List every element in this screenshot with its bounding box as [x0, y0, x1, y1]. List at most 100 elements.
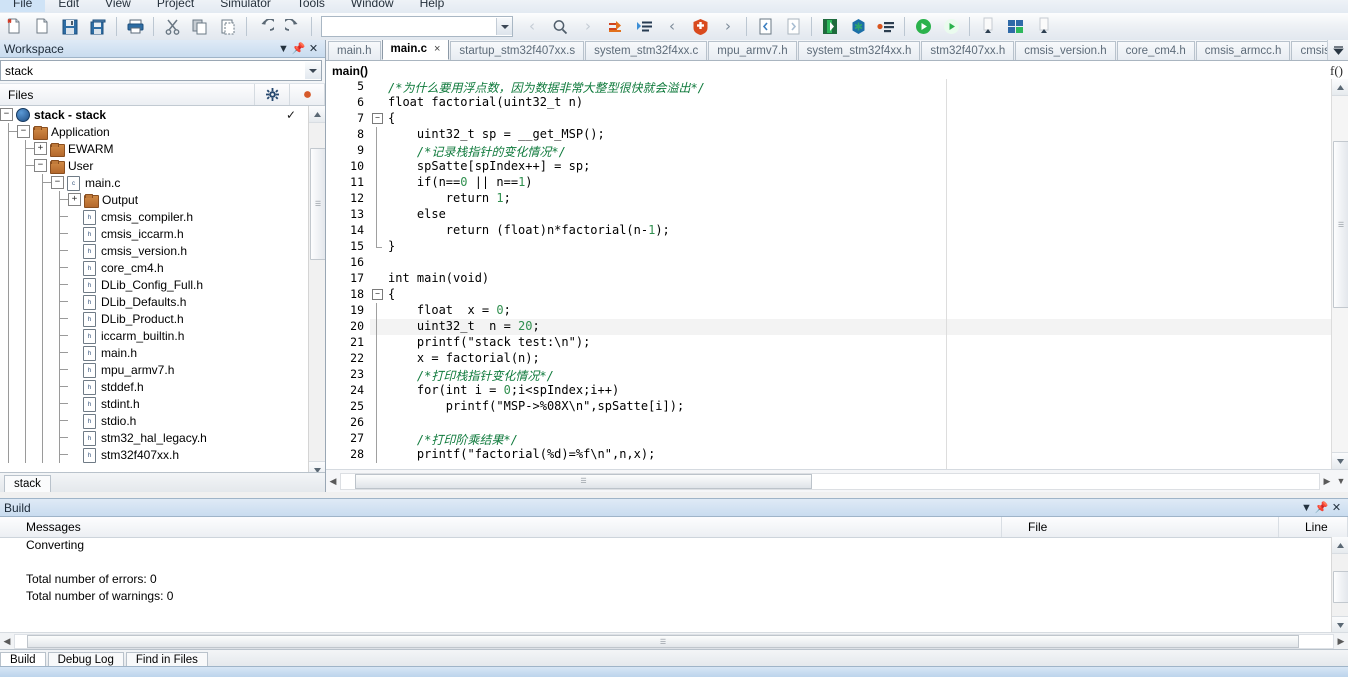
scroll-down-icon[interactable]: ▼ [1334, 473, 1348, 489]
bottom-tab-find-in-files[interactable]: Find in Files [125, 652, 208, 667]
code-line[interactable]: 19 float x = 0; [326, 303, 1331, 319]
tab-overflow-button[interactable] [1327, 40, 1348, 60]
code-line[interactable]: 5 /*为什么要用浮点数，因为数据非常大整型很快就会溢出*/ [326, 79, 1331, 95]
fold-margin[interactable] [370, 367, 386, 383]
tree-item[interactable]: − c main.c [0, 174, 308, 191]
tree-item[interactable]: h mpu_armv7.h [0, 361, 308, 378]
compile-icon[interactable] [752, 14, 778, 39]
code-editor-area[interactable]: 5 /*为什么要用浮点数，因为数据非常大整型很快就会溢出*/ 6 float fact… [326, 79, 1348, 469]
workspace-close-icon[interactable]: ✕ [306, 42, 321, 55]
hscroll-track[interactable]: ☰ [340, 472, 1320, 490]
build-message[interactable] [26, 554, 1331, 571]
bottom-tab-debug-log[interactable]: Debug Log [47, 652, 124, 667]
scroll-up-icon[interactable] [309, 106, 325, 123]
menu-file[interactable]: File [0, 0, 46, 12]
build-message[interactable]: Converting [26, 537, 1331, 554]
workspace-tree[interactable]: − stack - stack ✓ − Application + EWARM − User − c… [0, 106, 308, 478]
go-icon[interactable] [910, 14, 936, 39]
scroll-left-icon[interactable]: ◀ [326, 473, 340, 489]
build-hscroll-track[interactable]: ☰ [14, 634, 1334, 649]
tree-item[interactable]: + EWARM [0, 140, 308, 157]
tree-item[interactable]: h iccarm_builtin.h [0, 327, 308, 344]
paste-icon[interactable] [215, 14, 241, 39]
expand-icon[interactable]: + [68, 193, 81, 206]
build-vertical-scrollbar[interactable] [1331, 537, 1348, 633]
code-line[interactable]: 26 [326, 415, 1331, 431]
menu-tools[interactable]: Tools [284, 0, 338, 12]
next-bookmark-icon[interactable]: › [715, 14, 741, 39]
tree-item[interactable]: − User [0, 157, 308, 174]
fold-margin[interactable] [370, 399, 386, 415]
fold-margin[interactable] [370, 319, 386, 335]
copy-icon[interactable] [187, 14, 213, 39]
workspace-pin-icon[interactable]: 📌 [291, 42, 306, 55]
tree-item[interactable]: − stack - stack ✓ [0, 106, 308, 123]
fold-margin[interactable]: − [370, 287, 386, 303]
editor-tab-stm32f407xx-h[interactable]: stm32f407xx.h [921, 41, 1015, 60]
fold-margin[interactable] [370, 143, 386, 159]
column-header-file[interactable]: File [1002, 517, 1279, 537]
download-and-debug-icon[interactable] [817, 14, 843, 39]
build-message-list[interactable]: Converting Total number of errors: 0 Total… [0, 537, 1331, 633]
undo-icon[interactable] [252, 14, 278, 39]
collapse-icon[interactable]: − [0, 108, 13, 121]
bottom-tab-build[interactable]: Build [0, 652, 46, 667]
column-header-line[interactable]: Line [1279, 517, 1348, 537]
code-line[interactable]: 8 uint32_t sp = __get_MSP(); [326, 127, 1331, 143]
view-options-icon[interactable] [1031, 14, 1057, 39]
collapse-icon[interactable]: − [51, 176, 64, 189]
code-line[interactable]: 14 return (float)n*factorial(n-1); [326, 223, 1331, 239]
fold-margin[interactable] [370, 239, 386, 255]
collapse-icon[interactable]: − [17, 125, 30, 138]
code-line[interactable]: 12 return 1; [326, 191, 1331, 207]
close-icon[interactable]: × [434, 40, 440, 59]
fold-margin[interactable] [370, 431, 386, 447]
fold-margin[interactable] [370, 191, 386, 207]
tree-item[interactable]: h stddef.h [0, 378, 308, 395]
code-line[interactable]: 27 /*打印阶乘结果*/ [326, 431, 1331, 447]
menu-window[interactable]: Window [338, 0, 407, 12]
tree-item[interactable]: h cmsis_iccarm.h [0, 225, 308, 242]
gear-icon[interactable] [255, 84, 290, 105]
tree-item[interactable]: h main.h [0, 344, 308, 361]
hscrollbar-thumb[interactable]: ☰ [355, 473, 812, 489]
fold-margin[interactable] [370, 447, 386, 463]
tree-item[interactable]: h stm32f407xx.h [0, 446, 308, 463]
code-line[interactable]: 18−{ [326, 287, 1331, 303]
scroll-right-icon[interactable]: ▶ [1334, 634, 1348, 650]
code-line[interactable]: 20 uint32_t n = 20; [326, 319, 1331, 335]
make-icon[interactable] [780, 14, 806, 39]
scroll-up-icon[interactable] [1332, 537, 1348, 554]
fold-margin[interactable] [370, 207, 386, 223]
toggle-breakpoint-icon[interactable] [603, 14, 629, 39]
code-line[interactable]: 9 /*记录栈指针的变化情况*/ [326, 143, 1331, 159]
previous-bookmark-icon[interactable]: ‹ [659, 14, 685, 39]
build-horizontal-scrollbar[interactable]: ◀ ☰ ▶ [0, 632, 1348, 650]
fold-margin[interactable] [370, 255, 386, 271]
tree-item[interactable]: h stm32_hal_legacy.h [0, 429, 308, 446]
code-line[interactable]: 22 x = factorial(n); [326, 351, 1331, 367]
workspace-scrollbar[interactable]: ☰ [308, 106, 325, 478]
scroll-down-icon[interactable] [1332, 452, 1348, 469]
editor-tab-cmsis-version-h[interactable]: cmsis_version.h [1015, 41, 1116, 60]
open-document-icon[interactable] [29, 14, 55, 39]
new-document-icon[interactable] [1, 14, 27, 39]
editor-tab-system-stm32f4xx-h[interactable]: system_stm32f4xx.h [797, 41, 921, 60]
tree-item[interactable]: − Application [0, 123, 308, 140]
code-line[interactable]: 11 if(n==0 || n==1) [326, 175, 1331, 191]
tree-item[interactable]: + Output [0, 191, 308, 208]
menu-help[interactable]: Help [407, 0, 458, 12]
stack-usage-icon[interactable] [1003, 14, 1029, 39]
cut-icon[interactable] [159, 14, 185, 39]
quick-search-combo[interactable] [321, 16, 513, 37]
editor-tab-startup-stm32f407xx-s[interactable]: startup_stm32f407xx.s [450, 41, 585, 60]
tree-item[interactable]: h cmsis_version.h [0, 242, 308, 259]
fold-margin[interactable] [370, 383, 386, 399]
scroll-up-icon[interactable] [1332, 79, 1348, 96]
bookmark-icon[interactable] [631, 14, 657, 39]
editor-tab-cmsis-armcc-h[interactable]: cmsis_armcc.h [1195, 41, 1291, 60]
find-icon[interactable] [547, 14, 573, 39]
collapse-icon[interactable]: − [34, 159, 47, 172]
fold-margin[interactable] [370, 95, 386, 111]
editor-vertical-scrollbar[interactable]: ☰ [1331, 79, 1348, 469]
